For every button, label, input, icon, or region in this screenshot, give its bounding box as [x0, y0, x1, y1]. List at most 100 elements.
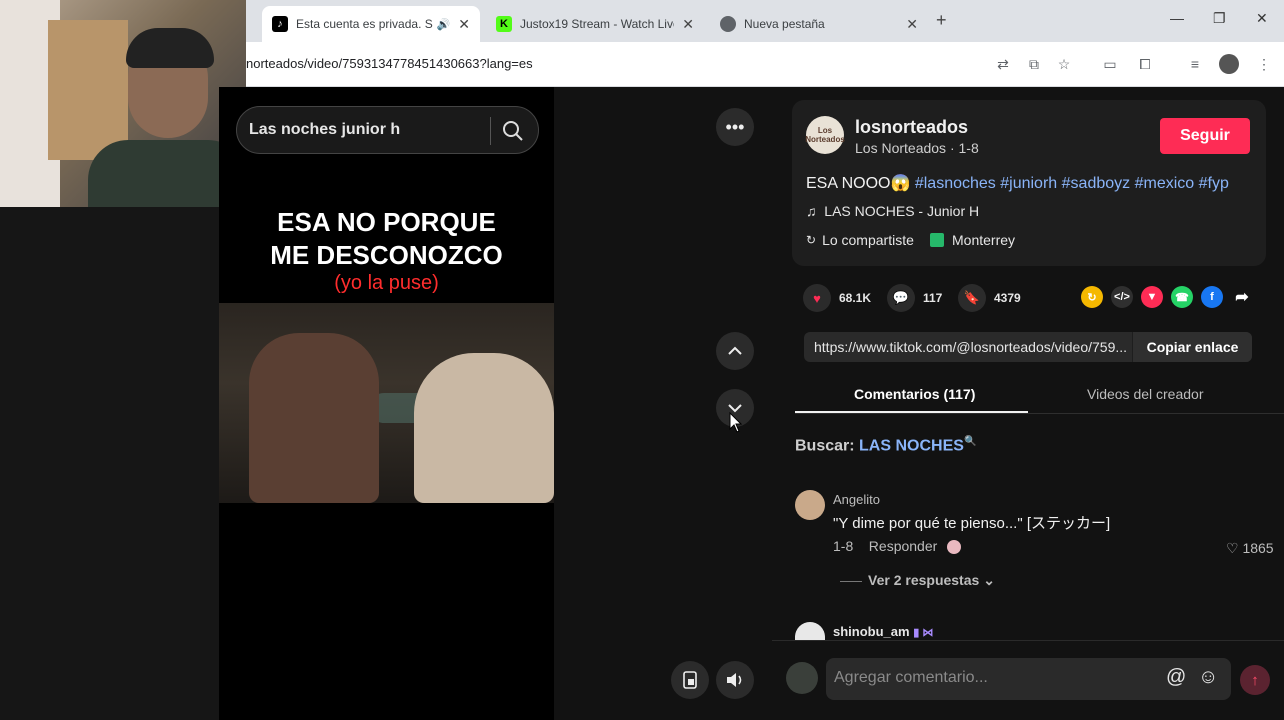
close-tab-icon[interactable]: ✕ — [906, 16, 918, 33]
caption-line-2: ME DESCONOZCO — [270, 240, 503, 270]
media-control-icon[interactable]: ≡ — [1185, 54, 1205, 74]
kick-icon: K — [496, 16, 512, 32]
like-count: 68.1K — [839, 291, 872, 305]
pip-icon — [683, 671, 697, 689]
chevron-up-icon — [728, 346, 742, 355]
video-search-box[interactable]: Las noches junior h — [236, 106, 539, 154]
video-caption-red: (yo la puse) — [334, 272, 439, 294]
music-title: LAS NOCHES - Junior H — [824, 203, 980, 219]
active-tab-underline — [795, 411, 1028, 413]
tab-comments[interactable]: Comentarios (117) — [854, 386, 975, 402]
new-tab-button[interactable]: + — [936, 10, 947, 31]
comment-like[interactable]: ♡ 1865 — [1226, 540, 1274, 557]
send-to-friends-icon[interactable]: ▼ — [1141, 286, 1163, 308]
hashtag-link[interactable]: #lasnoches — [915, 175, 996, 192]
bookmark-icon: 🔖 — [958, 284, 986, 312]
search-query: Las noches junior h — [249, 121, 401, 138]
author-avatar[interactable]: Los Norteados — [805, 116, 845, 154]
tab-new[interactable]: Nueva pestaña ✕ — [710, 6, 928, 42]
heart-icon: ♥ — [803, 284, 831, 312]
link-box: https://www.tiktok.com/@losnorteados/vid… — [804, 332, 1252, 362]
pip-button[interactable] — [671, 661, 709, 699]
install-icon[interactable]: ⧉ — [1024, 54, 1044, 74]
shared-indicator: ↻ Lo compartiste — [806, 232, 914, 248]
hashtag-link[interactable]: #fyp — [1199, 175, 1229, 192]
reading-list-icon[interactable]: ▭ — [1100, 54, 1120, 74]
my-avatar — [786, 662, 818, 694]
comment-count: 117 — [923, 291, 943, 305]
share-more-icon[interactable]: ➦ — [1231, 286, 1253, 308]
panel-tabs: Comentarios (117) Videos del creador — [795, 380, 1284, 414]
restore-icon[interactable]: ❐ — [1213, 10, 1226, 27]
comment-input[interactable]: Agregar comentario... @ ☺ — [826, 658, 1231, 700]
copy-link-button[interactable]: Copiar enlace — [1132, 332, 1252, 362]
comment-username[interactable]: shinobu_am ▮ ⋈ — [833, 624, 933, 639]
comment-username-text: shinobu_am — [833, 624, 910, 639]
repost-icon[interactable]: ↻ — [1081, 286, 1103, 308]
minimize-icon[interactable]: — — [1170, 10, 1184, 26]
volume-icon — [727, 673, 742, 687]
hashtag-link[interactable]: #sadboyz — [1062, 175, 1131, 192]
emoji-badge-icon: ▮ ⋈ — [913, 627, 934, 639]
video-link[interactable]: https://www.tiktok.com/@losnorteados/vid… — [814, 339, 1127, 355]
extensions-icon[interactable]: ⧠ — [1135, 54, 1155, 74]
bookmark-star-icon[interactable]: ☆ — [1054, 54, 1074, 74]
caption-line-1: ESA NO PORQUE — [277, 207, 496, 237]
tab-kick[interactable]: K Justox19 Stream - Watch Live o ✕ — [486, 6, 704, 42]
url-text[interactable]: norteados/video/7593134778451430663?lang… — [246, 56, 533, 71]
facebook-icon[interactable]: f — [1201, 286, 1223, 308]
tab-creator-videos[interactable]: Videos del creador — [1087, 386, 1203, 402]
author-subtitle: Los Norteados · 1-8 — [855, 140, 979, 156]
like-stat[interactable]: ♥ 68.1K — [803, 284, 871, 312]
close-window-icon[interactable]: ✕ — [1256, 10, 1268, 27]
close-tab-icon[interactable]: ✕ — [458, 16, 470, 33]
save-count: 4379 — [994, 291, 1021, 305]
comment-search-suggestion[interactable]: Buscar: LAS NOCHES🔍 — [795, 436, 976, 455]
mention-icon[interactable]: @ — [1166, 666, 1186, 689]
comment-input-placeholder: Agregar comentario... — [834, 669, 988, 686]
comment-username[interactable]: Angelito — [833, 492, 880, 507]
video-clip-frame — [219, 303, 554, 503]
search-prefix: Buscar: — [795, 437, 855, 455]
comment-avatar[interactable] — [795, 490, 825, 520]
location-link[interactable]: Monterrey — [930, 232, 1015, 248]
chevron-down-small-icon: ⌄ — [983, 572, 995, 588]
replies-line — [840, 580, 862, 582]
clip-person-left — [249, 333, 379, 503]
previous-video-button[interactable] — [716, 332, 754, 370]
tiktok-icon: ♪ — [272, 16, 288, 32]
hashtag-link[interactable]: #mexico — [1135, 175, 1195, 192]
tab-tiktok[interactable]: ♪ Esta cuenta es privada. Sig 🔊 ✕ — [262, 6, 480, 42]
search-divider — [490, 117, 491, 145]
clip-person-right — [414, 353, 554, 503]
save-stat[interactable]: 🔖 4379 — [958, 284, 1021, 312]
hashtag-link[interactable]: #juniorh — [1000, 175, 1057, 192]
menu-dots-icon[interactable]: ⋮ — [1254, 54, 1274, 74]
arrow-up-icon: ↑ — [1251, 671, 1259, 689]
speaker-icon[interactable]: 🔊 — [437, 18, 451, 31]
profile-avatar[interactable] — [1219, 54, 1239, 74]
share-arrow-icon: ↻ — [806, 233, 817, 247]
more-options-icon[interactable]: ••• — [716, 108, 754, 146]
close-tab-icon[interactable]: ✕ — [682, 16, 694, 33]
follow-button[interactable]: Seguir — [1160, 118, 1250, 154]
translate-icon[interactable]: ⇄ — [993, 54, 1013, 74]
comment-stat[interactable]: 💬 117 — [887, 284, 942, 312]
comment-date: 1-8 — [833, 538, 854, 554]
whatsapp-icon[interactable]: ☎ — [1171, 286, 1193, 308]
small-search-icon: 🔍 — [963, 436, 977, 447]
view-replies-button[interactable]: Ver 2 respuestas ⌄ — [840, 572, 995, 589]
tab-title: Nueva pestaña — [744, 17, 825, 31]
emoji-icon[interactable]: ☺ — [1198, 666, 1218, 689]
post-description: ESA NOOO😱 #lasnoches #juniorh #sadboyz #… — [806, 173, 1229, 193]
volume-button[interactable] — [716, 661, 754, 699]
embed-code-icon[interactable]: </> — [1111, 286, 1133, 308]
reply-button[interactable]: Responder — [869, 538, 938, 554]
post-comment-button[interactable]: ↑ — [1240, 665, 1270, 695]
chrome-icon — [720, 16, 736, 32]
author-username[interactable]: losnorteados — [855, 117, 968, 138]
search-icon[interactable] — [501, 119, 525, 143]
music-link[interactable]: ♫ LAS NOCHES - Junior H — [806, 203, 979, 219]
webcam-overlay — [0, 0, 246, 207]
tab-title: Esta cuenta es privada. Sig — [296, 17, 433, 31]
